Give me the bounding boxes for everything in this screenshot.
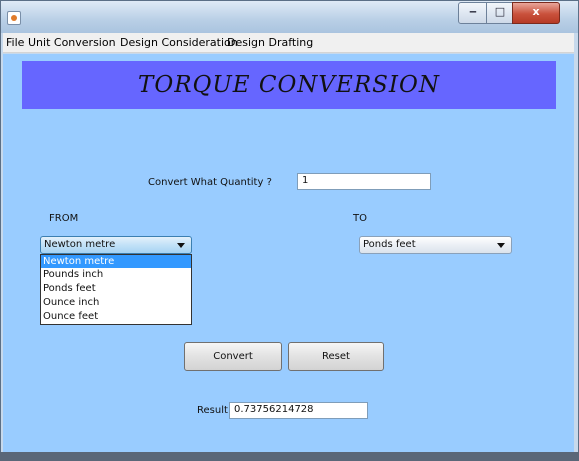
page-title: TORQUE CONVERSION — [138, 72, 440, 98]
menu-bar: File Unit Conversion Design Consideratio… — [3, 33, 574, 53]
result-label: Result — [197, 405, 228, 416]
minimize-icon: ‒ — [469, 5, 477, 18]
close-button[interactable]: x — [512, 2, 560, 24]
minimize-button[interactable]: ‒ — [458, 2, 488, 24]
title-bar[interactable]: ‒ □ x — [1, 1, 578, 33]
quantity-input[interactable]: 1 — [297, 173, 431, 190]
chevron-down-icon[interactable] — [497, 243, 505, 248]
from-label: FROM — [49, 213, 79, 224]
window-controls: ‒ □ x — [458, 2, 576, 24]
maximize-button[interactable]: □ — [486, 2, 514, 24]
from-unit-value: Newton metre — [44, 239, 116, 250]
to-label: TO — [353, 213, 367, 224]
result-field[interactable]: 0.73756214728 — [229, 402, 368, 419]
dropdown-option-ponds-feet[interactable]: Ponds feet — [41, 282, 191, 295]
dropdown-option-pounds-inch[interactable]: Pounds inch — [41, 268, 191, 281]
menu-design-drafting[interactable]: Design Drafting — [227, 36, 313, 49]
quantity-label: Convert What Quantity ? — [148, 177, 272, 188]
to-unit-select[interactable]: Ponds feet — [359, 236, 512, 254]
close-icon: x — [532, 5, 540, 18]
java-app-icon — [7, 11, 21, 25]
from-unit-select[interactable]: Newton metre — [40, 236, 192, 254]
banner: TORQUE CONVERSION — [22, 61, 556, 109]
chevron-down-icon[interactable] — [177, 243, 185, 248]
dropdown-option-ounce-inch[interactable]: Ounce inch — [41, 296, 191, 309]
dropdown-option-newton-metre[interactable]: Newton metre — [41, 255, 191, 268]
from-unit-dropdown-list: Newton metre Pounds inch Ponds feet Ounc… — [40, 254, 192, 325]
menu-unit-conversion[interactable]: Unit Conversion — [28, 36, 116, 49]
convert-button[interactable]: Convert — [184, 342, 282, 371]
to-unit-value: Ponds feet — [363, 239, 416, 250]
maximize-icon: □ — [494, 5, 506, 18]
reset-button[interactable]: Reset — [288, 342, 384, 371]
menu-file[interactable]: File — [6, 36, 24, 49]
menu-design-consideration[interactable]: Design Consideration — [120, 36, 238, 49]
desktop-taskbar-strip — [0, 452, 579, 461]
dropdown-option-ounce-feet[interactable]: Ounce feet — [41, 310, 191, 323]
